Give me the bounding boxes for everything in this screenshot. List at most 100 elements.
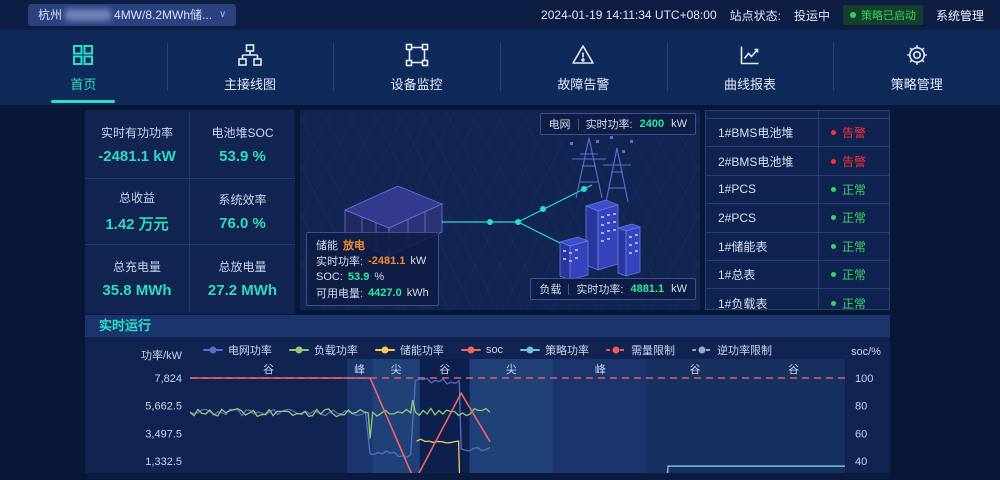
wiring-icon (238, 43, 262, 67)
status-text: 正常 (842, 238, 866, 255)
datetime: 2024-01-19 14:11:34 UTC+08:00 (541, 8, 717, 22)
table-row[interactable]: 1#BMS电池堆告警 (706, 119, 889, 147)
station-suffix: 4MW/8.2MWh储... (114, 4, 212, 26)
load-power-unit: kW (671, 283, 687, 295)
tou-band-label: 谷 (788, 363, 799, 376)
device-status: 告警 (819, 124, 889, 141)
system-admin-link[interactable]: 系统管理 (936, 7, 984, 24)
tab-label: 故障告警 (557, 74, 609, 93)
device-status: 正常 (819, 209, 889, 226)
stat-label: 系统效率 (218, 191, 266, 208)
device-status: 正常 (819, 266, 889, 283)
stat-item: 实时有功功率-2481.1 kW (85, 112, 190, 179)
content-area: 实时有功功率-2481.1 kW电池堆SOC53.9 %总收益1.42 万元系统… (85, 110, 890, 480)
tab-devices[interactable]: 设备监控 (333, 30, 500, 105)
realtime-chart-panel: 实时运行 电网功率负载功率储能功率soc策略功率需量限制逆功率限制 谷峰尖谷尖峰… (85, 315, 890, 480)
tab-label: 设备监控 (391, 74, 443, 93)
tab-alarms[interactable]: 故障告警 (500, 30, 667, 105)
stat-item: 总收益 1.42 万元 (85, 179, 190, 246)
tou-band (470, 359, 553, 473)
storage-soc-value: 53.9 (348, 271, 369, 283)
tab-strategy[interactable]: 策略管理 (833, 30, 1000, 105)
stat-item: 电池堆SOC53.9 % (190, 112, 295, 179)
stat-item: 总充电量35.8 MWh (85, 245, 190, 312)
device-name: 2#PCS (706, 204, 819, 231)
redacted-station-name (65, 9, 111, 21)
stat-label: 总收益 (119, 189, 155, 206)
storage-power-label: 实时功率: (316, 253, 363, 269)
stat-value: 76.0 % (219, 215, 266, 232)
grid-tooltip: 电网 实时功率: 2400 kW (540, 113, 696, 135)
right-tick-label: 100 (855, 373, 873, 385)
grid-power-label: 实时功率: (586, 116, 633, 132)
table-row[interactable]: 1#负载表正常 (706, 289, 889, 310)
left-tick-label: 3,497.5 (145, 428, 182, 440)
status-text: 正常 (842, 209, 866, 226)
tou-band-label: 谷 (690, 363, 701, 376)
table-row[interactable]: 2#PCS 正常 (706, 204, 889, 232)
energy-flow-diagram: 电网 实时功率: 2400 kW 负载 实时功率: 4881.1 kW 储能 放… (300, 110, 700, 310)
tab-label: 首页 (70, 74, 96, 93)
table-row[interactable]: 1#储能表正常 (706, 233, 889, 261)
storage-name: 储能 (316, 237, 338, 253)
device-status: 正常 (819, 181, 889, 198)
stat-item: 系统效率 76.0 % (190, 179, 295, 246)
tab-home[interactable]: 首页 (0, 30, 167, 105)
realtime-line-chart: 谷峰尖谷尖峰谷谷7,8245,662.53,497.51,332.5100806… (85, 315, 890, 480)
device-name: 1#负载表 (706, 289, 819, 310)
alarm-icon (571, 43, 595, 67)
kpi-stats-panel: 实时有功功率-2481.1 kW电池堆SOC53.9 % 总收益 1.42 万元 系统… (85, 110, 295, 314)
left-tick-label: 5,662.5 (145, 401, 182, 413)
stat-label: 电池堆SOC (211, 124, 273, 141)
grid-name: 电网 (549, 116, 571, 132)
device-status: 正常 (819, 238, 889, 255)
status-dot-icon (831, 244, 836, 249)
stat-value: -2481.1 kW (98, 148, 176, 165)
storage-soc-label: SOC: (316, 271, 343, 283)
right-tick-label: 60 (855, 428, 867, 440)
table-row[interactable]: 1#PCS正常 (706, 176, 889, 204)
status-text: 告警 (842, 124, 866, 141)
load-tooltip: 负载 实时功率: 4881.1 kW (530, 278, 696, 300)
status-dot-icon (831, 272, 836, 277)
monitor-icon (405, 43, 429, 67)
separator (568, 284, 569, 295)
tou-band-label: 尖 (390, 363, 401, 376)
status-dot-icon (831, 215, 836, 220)
station-selector[interactable]: 杭州 4MW/8.2MWh储... ∨ (28, 4, 236, 26)
device-name-cell (706, 111, 819, 118)
site-status-label: 站点状态: (730, 7, 781, 24)
right-tick-label: 40 (855, 456, 867, 468)
status-dot-icon (831, 130, 836, 135)
load-power-label: 实时功率: (576, 281, 623, 297)
table-row[interactable]: 1#总表正常 (706, 261, 889, 289)
tou-band-label: 峰 (354, 363, 365, 376)
gear-icon (905, 43, 929, 67)
stat-value: 27.2 MWh (208, 282, 277, 299)
status-text: 告警 (842, 153, 866, 170)
device-status-table: 1#BMS电池堆告警2#BMS电池堆告警1#PCS正常2#PCS正常1#储能表正… (705, 110, 890, 310)
stat-label: 总放电量 (218, 258, 266, 275)
storage-soc-unit: % (374, 271, 384, 283)
device-name: 1#PCS (706, 176, 819, 203)
tab-wiring[interactable]: 主接线图 (167, 30, 334, 105)
green-dot-icon (850, 12, 856, 18)
table-row[interactable]: 2#BMS电池堆告警 (706, 147, 889, 175)
strategy-badge-label: 策略已启动 (861, 7, 916, 23)
load-name: 负载 (539, 281, 561, 297)
status-dot-icon (831, 301, 836, 306)
storage-energy-unit: kWh (407, 287, 429, 299)
device-name: 1#总表 (706, 261, 819, 288)
table-row-partial (706, 111, 889, 119)
tou-band (648, 359, 742, 473)
tab-reports[interactable]: 曲线报表 (667, 30, 834, 105)
station-prefix: 杭州 (38, 4, 62, 26)
stat-value: 1.42 万元 (105, 213, 168, 234)
main-nav: 首页 主接线图设备监控 故障告警 曲线报表策略管理 (0, 30, 1000, 105)
stat-label: 总充电量 (113, 258, 161, 275)
stat-item: 总放电量 27.2 MWh (190, 245, 295, 312)
status-dot-icon (831, 187, 836, 192)
y-axis-title-right: soc/% (851, 346, 881, 358)
storage-power-value: -2481.1 (368, 255, 405, 267)
device-status: 正常 (819, 295, 889, 310)
